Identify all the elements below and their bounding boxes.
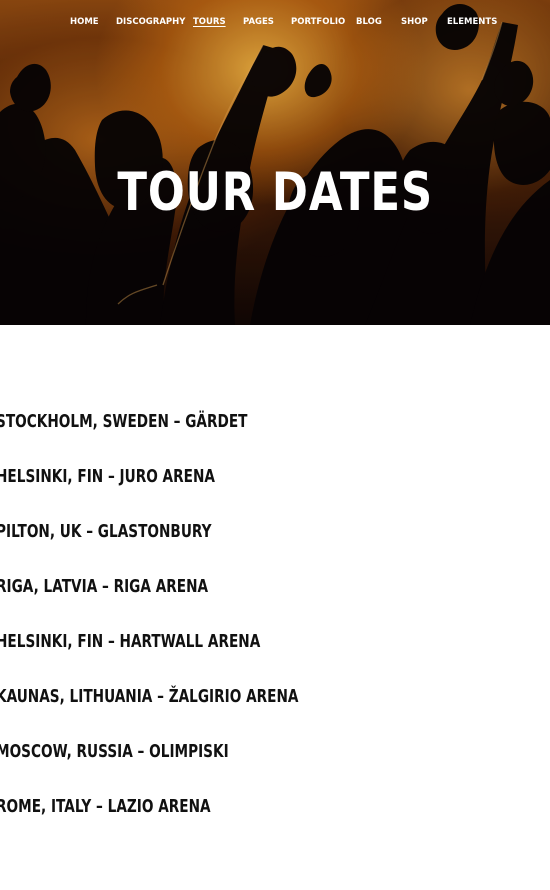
nav-item-home[interactable]: HOME	[70, 12, 99, 32]
hero-banner: HOME DISCOGRAPHY TOURS PAGES PORTFOLIO B…	[0, 0, 550, 325]
tour-date-item-helsinki-juro[interactable]: HELSINKI, FIN – JURO ARENA	[0, 460, 215, 494]
tour-date-item-kaunas[interactable]: KAUNAS, LITHUANIA – ŽALGIRIO ARENA	[0, 680, 298, 714]
tour-date-item-moscow[interactable]: MOSCOW, RUSSIA – OLIMPISKI	[0, 735, 229, 769]
nav-item-portfolio[interactable]: PORTFOLIO	[291, 12, 345, 32]
nav-item-discography[interactable]: DISCOGRAPHY	[116, 12, 185, 32]
tour-date-item-helsinki-hartwall[interactable]: HELSINKI, FIN – HARTWALL ARENA	[0, 625, 260, 659]
nav-item-tours[interactable]: TOURS	[193, 12, 226, 32]
tour-date-item-stockholm[interactable]: STOCKHOLM, SWEDEN – GÄRDET	[0, 405, 247, 439]
page: HOME DISCOGRAPHY TOURS PAGES PORTFOLIO B…	[0, 0, 550, 890]
tour-date-item-riga[interactable]: RIGA, LATVIA – RIGA ARENA	[0, 570, 208, 604]
tour-date-item-pilton[interactable]: PILTON, UK – GLASTONBURY	[0, 515, 212, 549]
nav-item-elements[interactable]: ELEMENTS	[447, 12, 497, 32]
tour-dates-list: STOCKHOLM, SWEDEN – GÄRDET HELSINKI, FIN…	[0, 405, 550, 835]
nav-item-shop[interactable]: SHOP	[401, 12, 428, 32]
nav-item-pages[interactable]: PAGES	[243, 12, 274, 32]
main-navigation: HOME DISCOGRAPHY TOURS PAGES PORTFOLIO B…	[0, 12, 550, 32]
nav-item-blog[interactable]: BLOG	[356, 12, 382, 32]
tour-date-item-rome[interactable]: ROME, ITALY – LAZIO ARENA	[0, 790, 211, 824]
page-title: TOUR DATES	[117, 161, 434, 223]
